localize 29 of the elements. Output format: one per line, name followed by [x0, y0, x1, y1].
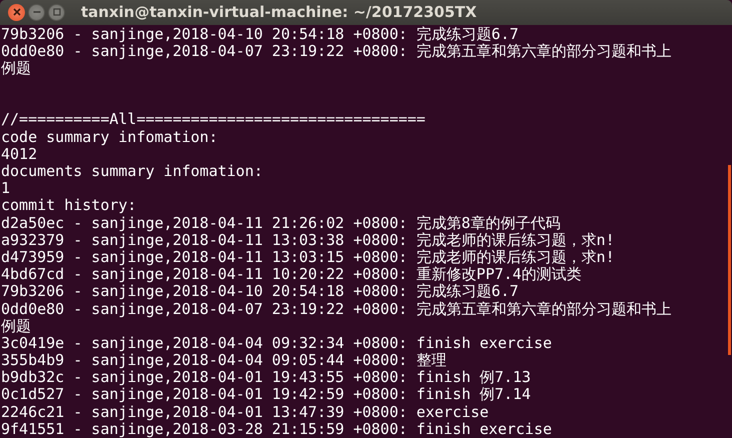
terminal-line: 例题: [1, 60, 31, 78]
terminal-line: 79b3206 - sanjinge,2018-04-10 20:54:18 +0800: 完成练习题6.7: [1, 26, 519, 43]
terminal-line: //==========All================================: [1, 111, 426, 129]
terminal-line: 0dd0e80 - sanjinge,2018-04-07 23:19:22 +0800: 完成第五章和第六章的部分习题和书上: [1, 42, 672, 60]
terminal-line: 0c1d527 - sanjinge,2018-04-01 19:42:59 +0800: finish 例7.14: [1, 386, 531, 404]
terminal-line: 1: [1, 180, 10, 198]
terminal-line: 0dd0e80 - sanjinge,2018-04-07 23:19:22 +0800: 完成第五章和第六章的部分习题和书上: [1, 300, 672, 318]
close-button[interactable]: [8, 4, 25, 21]
terminal-line: d473959 - sanjinge,2018-04-11 13:03:15 +0800: 完成老师的课后练习题，求n!: [1, 248, 614, 266]
terminal-line: 3c0419e - sanjinge,2018-04-04 09:32:34 +0800: finish exercise: [1, 334, 552, 352]
terminal-line: 2246c21 - sanjinge,2018-04-01 13:47:39 +0800: exercise: [1, 404, 489, 421]
terminal-line: d2a50ec - sanjinge,2018-04-11 21:26:02 +0800: 完成第8章的例子代码: [1, 214, 560, 232]
maximize-button[interactable]: [48, 4, 65, 21]
scrollbar[interactable]: [728, 164, 731, 354]
terminal-line: 9f41551 - sanjinge,2018-03-28 21:15:59 +0800: finish exercise: [1, 420, 552, 438]
close-icon: [12, 8, 20, 16]
terminal-line: documents summary infomation:: [1, 163, 263, 180]
terminal-line: a932379 - sanjinge,2018-04-11 13:03:38 +0800: 完成老师的课后练习题，求n!: [1, 232, 614, 249]
window-title: tanxin@tanxin-virtual-machine: ~/20172305TX: [81, 3, 477, 22]
terminal-line: 79b3206 - sanjinge,2018-04-10 20:54:18 +0800: 完成练习题6.7: [1, 283, 519, 300]
minimize-button[interactable]: [28, 4, 45, 21]
terminal-line: commit history:: [1, 197, 136, 215]
terminal-line: 4012: [1, 146, 38, 163]
terminal-line: 例题: [1, 318, 31, 335]
terminal-line: b9db32c - sanjinge,2018-04-01 19:43:55 +0800: finish 例7.13: [1, 369, 531, 386]
maximize-icon: [52, 8, 60, 16]
terminal-line: 4bd67cd - sanjinge,2018-04-11 10:20:22 +0800: 重新修改PP7.4的测试类: [1, 266, 582, 284]
terminal-line: 355b4b9 - sanjinge,2018-04-04 09:05:44 +0800: 整理: [1, 352, 446, 370]
terminal-line: code summary infomation:: [1, 128, 218, 146]
